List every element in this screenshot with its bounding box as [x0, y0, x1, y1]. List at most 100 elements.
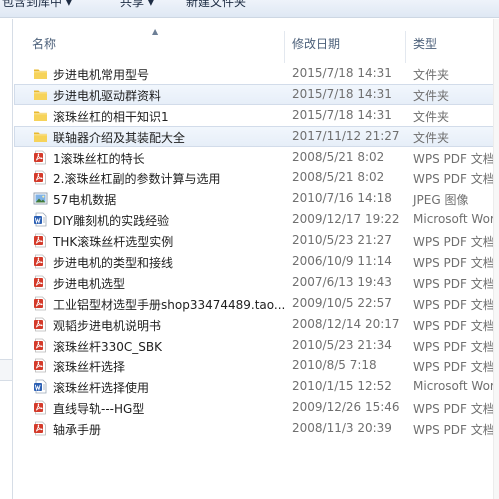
file-row[interactable]: THK滚珠丝杆选型实例 2010/5/23 21:27 WPS PDF 文档: [14, 230, 499, 251]
column-header: ▲ 名称 修改日期 类型: [14, 19, 499, 69]
explorer-window: 包含到库中 ▾ 共享 ▾ 新建文件夹 ▲ 名称 修改日期 类型 步进电机常用型号…: [0, 0, 499, 499]
file-type: WPS PDF 文档: [413, 276, 495, 291]
file-type: 文件夹: [413, 88, 450, 103]
pdf-icon: [33, 338, 48, 353]
file-type: WPS PDF 文档: [413, 339, 495, 354]
pdf-icon: [33, 317, 48, 332]
modified-date: 2010/8/5 7:18: [292, 358, 377, 373]
modified-date: 2008/5/21 8:02: [292, 170, 385, 185]
command-bar: 包含到库中 ▾ 共享 ▾ 新建文件夹: [0, 0, 499, 18]
modified-date: 2015/7/18 14:31: [292, 86, 392, 101]
file-name: 57电机数据: [53, 193, 117, 208]
modified-date: 2009/10/5 22:57: [292, 295, 392, 310]
modified-date: 2010/5/23 21:34: [292, 337, 392, 352]
file-type: Microsoft Wor: [413, 212, 495, 227]
file-row[interactable]: DIY雕刻机的实践经验 2009/12/17 19:22 Microsoft Wor: [14, 209, 499, 230]
folder-icon: [33, 66, 48, 81]
file-type: 文件夹: [413, 109, 450, 124]
file-name: 2.滚珠丝杠副的参数计算与选用: [53, 172, 221, 187]
file-row[interactable]: 2.滚珠丝杠副的参数计算与选用 2008/5/21 8:02 WPS PDF 文档: [14, 167, 499, 188]
file-name: THK滚珠丝杆选型实例: [53, 235, 174, 250]
pdf-icon: [33, 150, 48, 165]
modified-date: 2008/5/21 8:02: [292, 149, 385, 164]
modified-date: 2007/6/13 19:43: [292, 274, 392, 289]
file-name: DIY雕刻机的实践经验: [53, 214, 170, 229]
folder-row[interactable]: 滚珠丝杠的相干知识1 2015/7/18 14:31 文件夹: [14, 105, 499, 126]
file-name: 滚珠丝杆330C_SBK: [53, 339, 163, 354]
file-type: WPS PDF 文档: [413, 402, 495, 417]
file-row[interactable]: 轴承手册 2008/11/3 20:39 WPS PDF 文档: [14, 418, 499, 439]
column-divider[interactable]: [405, 31, 406, 63]
file-name: 步进电机常用型号: [53, 68, 150, 82]
column-header-type[interactable]: 类型: [413, 35, 437, 52]
pdf-icon: [33, 400, 48, 415]
modified-date: 2015/7/18 14:31: [292, 66, 392, 80]
file-type: WPS PDF 文档: [413, 318, 495, 333]
file-type: WPS PDF 文档: [413, 360, 495, 375]
file-type: JPEG 图像: [413, 193, 469, 208]
file-row[interactable]: 直线导轨---HG型 2009/12/26 15:46 WPS PDF 文档: [14, 397, 499, 418]
share-button[interactable]: 共享 ▾: [120, 0, 154, 10]
file-type: WPS PDF 文档: [413, 172, 495, 187]
modified-date: 2010/7/16 14:18: [292, 191, 392, 206]
column-header-name[interactable]: 名称: [32, 35, 56, 52]
modified-date: 2006/10/9 11:14: [292, 254, 392, 269]
pdf-icon: [33, 254, 48, 269]
folder-icon: [33, 129, 48, 144]
sort-ascending-icon: ▲: [152, 27, 159, 36]
image-icon: [33, 191, 48, 206]
file-row[interactable]: 滚珠丝杆选择使用 2010/1/15 12:52 Microsoft Wor: [14, 376, 499, 397]
modified-date: 2017/11/12 21:27: [292, 128, 400, 143]
file-row[interactable]: 57电机数据 2010/7/16 14:18 JPEG 图像: [14, 188, 499, 209]
modified-date: 2010/5/23 21:27: [292, 233, 392, 248]
folder-icon: [33, 108, 48, 123]
file-type: WPS PDF 文档: [413, 297, 495, 312]
file-type: WPS PDF 文档: [413, 151, 495, 166]
file-name: 1滚珠丝杠的特长: [53, 151, 145, 166]
modified-date: 2009/12/17 19:22: [292, 212, 400, 227]
file-row[interactable]: 滚珠丝杆选择 2010/8/5 7:18 WPS PDF 文档: [14, 355, 499, 376]
file-row[interactable]: 步进电机的类型和接线 2006/10/9 11:14 WPS PDF 文档: [14, 251, 499, 272]
file-type: WPS PDF 文档: [413, 235, 495, 250]
file-row[interactable]: 工业铝型材选型手册shop33474489.tao... 2009/10/5 22…: [14, 293, 499, 314]
file-name: 直线导轨---HG型: [53, 402, 145, 417]
file-type: WPS PDF 文档: [413, 256, 495, 271]
modified-date: 2015/7/18 14:31: [292, 107, 392, 122]
pdf-icon: [33, 421, 48, 436]
file-name: 步进电机选型: [53, 276, 126, 291]
pdf-icon: [33, 296, 48, 311]
file-name: 联轴器介绍及其装配大全: [53, 130, 186, 145]
file-name: 步进电机的类型和接线: [53, 256, 174, 271]
navigation-pane-item[interactable]: [0, 359, 12, 381]
vertical-scrollbar[interactable]: [493, 19, 499, 499]
file-list: 步进电机常用型号 2015/7/18 14:31 文件夹 步进电机驱动群资料 2015/…: [14, 63, 499, 439]
file-row[interactable]: 1滚珠丝杠的特长 2008/5/21 8:02 WPS PDF 文档: [14, 147, 499, 168]
file-name: 工业铝型材选型手册shop33474489.tao...: [53, 297, 285, 312]
file-type: 文件夹: [413, 68, 450, 82]
file-name: 滚珠丝杆选择使用: [53, 381, 150, 396]
navigation-pane[interactable]: [0, 19, 13, 499]
file-type: WPS PDF 文档: [413, 423, 495, 438]
folder-row[interactable]: 步进电机常用型号 2015/7/18 14:31 文件夹: [14, 63, 499, 84]
file-row[interactable]: 步进电机选型 2007/6/13 19:43 WPS PDF 文档: [14, 272, 499, 293]
include-in-library-button[interactable]: 包含到库中 ▾: [2, 0, 72, 10]
word-icon: [33, 379, 48, 394]
file-type: Microsoft Wor: [413, 379, 495, 394]
modified-date: 2008/12/14 20:17: [292, 316, 400, 331]
folder-row[interactable]: 联轴器介绍及其装配大全 2017/11/12 21:27 文件夹: [14, 125, 499, 147]
pdf-icon: [33, 170, 48, 185]
folder-row[interactable]: 步进电机驱动群资料 2015/7/18 14:31 文件夹: [14, 83, 499, 105]
file-type: 文件夹: [413, 130, 450, 145]
file-name: 轴承手册: [53, 423, 102, 438]
column-divider[interactable]: [284, 31, 285, 63]
file-name: 滚珠丝杠的相干知识1: [53, 109, 169, 124]
file-name: 观韬步进电机说明书: [53, 318, 162, 333]
new-folder-button[interactable]: 新建文件夹: [186, 0, 246, 10]
modified-date: 2009/12/26 15:46: [292, 400, 400, 415]
folder-icon: [33, 87, 48, 102]
file-name: 滚珠丝杆选择: [53, 360, 126, 375]
file-row[interactable]: 观韬步进电机说明书 2008/12/14 20:17 WPS PDF 文档: [14, 314, 499, 335]
column-header-modified[interactable]: 修改日期: [292, 35, 340, 52]
modified-date: 2008/11/3 20:39: [292, 421, 392, 436]
file-row[interactable]: 滚珠丝杆330C_SBK 2010/5/23 21:34 WPS PDF 文档: [14, 335, 499, 356]
